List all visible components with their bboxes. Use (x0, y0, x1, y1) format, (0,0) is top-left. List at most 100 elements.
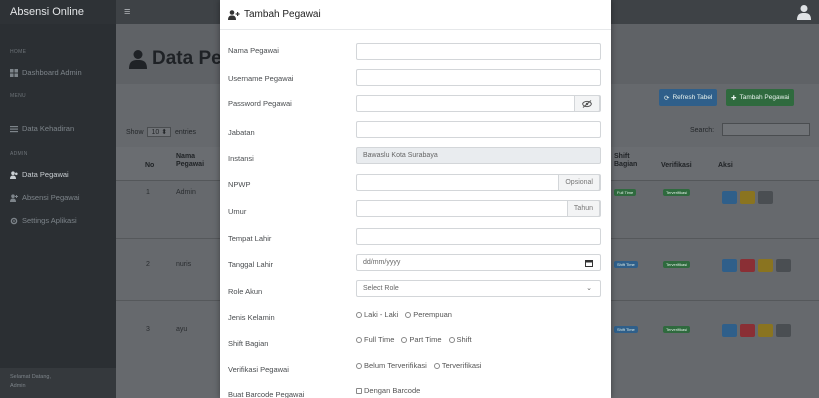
umur-input[interactable]: Tahun (356, 200, 601, 217)
tanggal-lahir-placeholder: dd/mm/yyyy (363, 259, 401, 266)
edit-button[interactable] (758, 259, 773, 272)
cell-no: 2 (146, 261, 150, 268)
column-header-aksi[interactable]: Aksi (718, 162, 733, 170)
calendar-icon[interactable] (585, 259, 593, 267)
column-header-shift-line1: Shift (614, 153, 630, 160)
hamburger-icon[interactable]: ≡ (124, 0, 130, 24)
radio-label: Perempuan (413, 310, 452, 319)
jenis-kelamin-label: Jenis Kelamin (228, 313, 275, 322)
sidebar-item-kehadiran[interactable]: Data Kehadiran (0, 124, 84, 133)
radio-terverifikasi[interactable]: Terverifikasi (433, 361, 482, 370)
show-entries-control: Show 10 ⬍ entries (126, 127, 196, 137)
view-button[interactable] (722, 191, 737, 204)
sidebar-item-data-pegawai[interactable]: Data Pegawai (0, 170, 79, 179)
user-button[interactable] (776, 259, 791, 272)
radio-label: Full Time (364, 335, 395, 344)
sidebar-section-home: HOME (10, 49, 27, 55)
column-header-verifikasi[interactable]: Verifikasi (661, 162, 692, 170)
nama-label: Nama Pegawai (228, 46, 279, 55)
search-input[interactable] (722, 123, 810, 136)
umur-label: Umur (228, 207, 247, 216)
npwp-label: NPWP (228, 180, 251, 189)
page-title-text: Data Pe (152, 48, 222, 69)
radio-circle (433, 362, 440, 369)
username-input[interactable] (356, 69, 601, 86)
role-select[interactable]: Select Role ⌄ (356, 280, 601, 297)
sidebar-footer: Selamat Datang, Admin (0, 368, 116, 398)
dashboard-icon (10, 68, 18, 77)
list-icon (10, 125, 18, 132)
delete-button[interactable] (740, 324, 755, 337)
password-input[interactable] (356, 95, 601, 112)
page-title: Data Pe (128, 48, 222, 70)
instansi-value: Bawaslu Kota Surabaya (363, 152, 438, 159)
tempat-lahir-input[interactable] (356, 228, 601, 245)
add-employee-modal: Tambah Pegawai Nama Pegawai Username Peg… (220, 0, 611, 398)
shift-badge: Shift Time (614, 261, 638, 268)
sidebar-item-dashboard[interactable]: Dashboard Admin (0, 68, 92, 77)
brand-title[interactable]: Absensi Online (0, 0, 116, 24)
checkbox-label: Dengan Barcode (364, 386, 421, 395)
radio-circle (356, 362, 362, 369)
jabatan-label: Jabatan (228, 128, 255, 137)
nama-input[interactable] (356, 43, 601, 60)
sidebar-item-label: Dashboard Admin (22, 68, 82, 77)
checkbox-dengan-barcode[interactable]: Dengan Barcode (356, 386, 420, 395)
view-button[interactable] (722, 259, 737, 272)
radio-perempuan[interactable]: Perempuan (405, 310, 452, 319)
radio-shift[interactable]: Shift (448, 335, 472, 344)
refresh-icon: ⟳ (664, 94, 670, 102)
show-label: Show (126, 129, 144, 136)
radio-full-time[interactable]: Full Time (356, 335, 394, 344)
tempat-lahir-label: Tempat Lahir (228, 234, 272, 243)
user-button[interactable] (758, 191, 773, 204)
column-header-nama[interactable]: Nama Pegawai (176, 153, 204, 169)
cell-nama: ayu (176, 326, 188, 333)
eye-slash-icon (582, 99, 592, 108)
refresh-table-button[interactable]: ⟳ Refresh Tabel (659, 89, 718, 106)
edit-button[interactable] (740, 191, 755, 204)
sidebar-item-absensi-pegawai[interactable]: Absensi Pegawai (0, 193, 90, 202)
sidebar-item-label: Settings Aplikasi (22, 216, 77, 225)
username-label: Username Pegawai (228, 74, 294, 83)
umur-addon: Tahun (566, 200, 600, 217)
delete-button[interactable] (740, 259, 755, 272)
shift-badge: Shift Time (614, 326, 638, 333)
column-header-shift[interactable]: Shift Bagian (614, 153, 637, 169)
user-button[interactable] (776, 324, 791, 337)
radio-label: Part Time (409, 335, 442, 344)
chevron-down-icon: ⌄ (586, 285, 592, 292)
radio-belum-terverifikasi[interactable]: Belum Terverifikasi (356, 361, 427, 370)
cell-no: 1 (146, 189, 150, 196)
verification-badge: Terverifikasi (663, 326, 691, 333)
verification-badge: Terverifikasi (663, 189, 691, 196)
role-selected: Select Role (363, 285, 399, 292)
cell-no: 3 (146, 326, 150, 333)
tanggal-lahir-input[interactable]: dd/mm/yyyy (356, 254, 601, 271)
sidebar-item-label: Absensi Pegawai (22, 193, 80, 202)
password-toggle[interactable] (574, 95, 600, 112)
npwp-input[interactable]: Opsional (356, 174, 601, 191)
jabatan-input[interactable] (356, 121, 601, 138)
add-employee-button[interactable]: ✚ Tambah Pegawai (726, 89, 795, 106)
radio-laki-laki[interactable]: Laki - Laki (356, 310, 398, 319)
edit-button[interactable] (758, 324, 773, 337)
welcome-user: Admin (10, 383, 26, 389)
cell-nama: Admin (176, 189, 196, 196)
shift-bagian-label: Shift Bagian (228, 339, 269, 348)
view-button[interactable] (722, 324, 737, 337)
jenis-kelamin-radio-group: Laki - Laki Perempuan (356, 310, 452, 319)
radio-label: Terverifikasi (441, 361, 482, 370)
sidebar-item-settings[interactable]: Settings Aplikasi (0, 216, 87, 225)
column-header-no[interactable]: No (145, 162, 154, 170)
sidebar-section-menu: MENU (10, 93, 26, 99)
sidebar-item-label: Data Pegawai (22, 170, 69, 179)
entries-select[interactable]: 10 ⬍ (147, 127, 172, 137)
user-icon[interactable] (797, 4, 811, 20)
instansi-input: Bawaslu Kota Surabaya (356, 147, 601, 164)
verification-badge: Terverifikasi (663, 261, 691, 268)
verifikasi-radio-group: Belum Terverifikasi Terverifikasi (356, 361, 481, 370)
cell-nama: nuris (176, 261, 192, 268)
verifikasi-label: Verifikasi Pegawai (228, 365, 289, 374)
radio-part-time[interactable]: Part Time (401, 335, 442, 344)
